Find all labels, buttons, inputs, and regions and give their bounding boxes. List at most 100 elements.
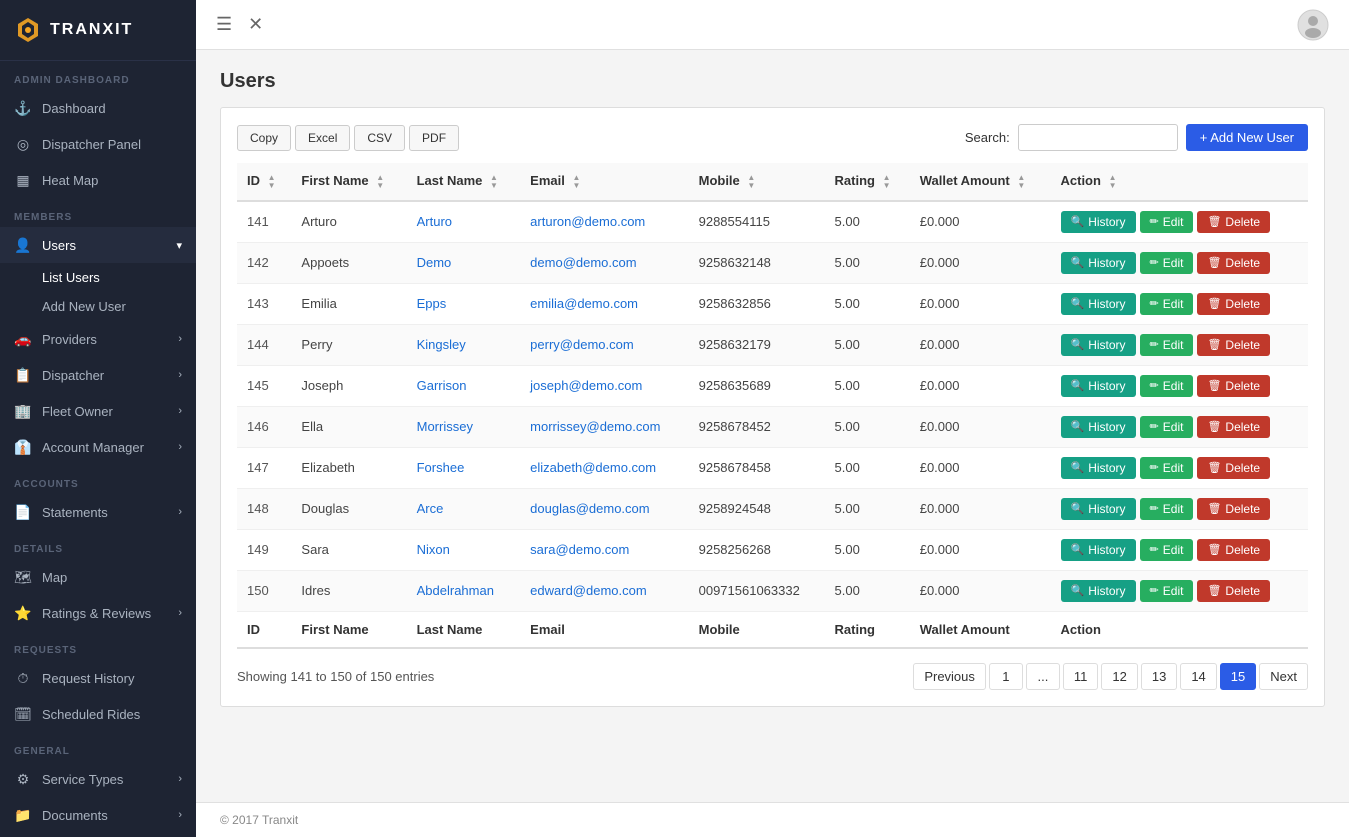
cell-id: 141 xyxy=(237,201,291,243)
edit-button[interactable]: ✏ Edit xyxy=(1140,375,1194,397)
pagination-next[interactable]: Next xyxy=(1259,663,1308,690)
cell-email: demo@demo.com xyxy=(520,242,688,283)
history-button[interactable]: 🔍 History xyxy=(1061,334,1136,356)
sidebar-item-map[interactable]: 🗺 Map xyxy=(0,559,196,595)
email-link[interactable]: edward@demo.com xyxy=(530,583,647,598)
pagination-page-1[interactable]: 1 xyxy=(989,663,1023,690)
col-action: Action ▲▼ xyxy=(1051,163,1309,201)
sidebar-item-dashboard[interactable]: ⚓ Dashboard xyxy=(0,90,196,126)
edit-button[interactable]: ✏ Edit xyxy=(1140,457,1194,479)
sidebar-item-request-history[interactable]: ⏱ Request History xyxy=(0,660,196,696)
cell-action: 🔍 History ✏ Edit 🗑 Delete xyxy=(1051,324,1309,365)
edit-button[interactable]: ✏ Edit xyxy=(1140,539,1194,561)
table-row: 146 Ella Morrissey morrissey@demo.com 92… xyxy=(237,406,1308,447)
history-button[interactable]: 🔍 History xyxy=(1061,252,1136,274)
history-button[interactable]: 🔍 History xyxy=(1061,539,1136,561)
history-button[interactable]: 🔍 History xyxy=(1061,293,1136,315)
pagination-page-11[interactable]: 11 xyxy=(1063,663,1099,690)
sidebar-item-service-types[interactable]: ⚙ Service Types › xyxy=(0,761,196,797)
edit-button[interactable]: ✏ Edit xyxy=(1140,416,1194,438)
cell-wallet: £0.000 xyxy=(910,447,1051,488)
sidebar-item-heat-map[interactable]: ▦ Heat Map xyxy=(0,162,196,198)
last-name-link[interactable]: Morrissey xyxy=(417,419,473,434)
pagination-previous[interactable]: Previous xyxy=(913,663,986,690)
history-button[interactable]: 🔍 History xyxy=(1061,211,1136,233)
edit-button[interactable]: ✏ Edit xyxy=(1140,293,1194,315)
pagination-page-14[interactable]: 14 xyxy=(1180,663,1216,690)
history-button[interactable]: 🔍 History xyxy=(1061,498,1136,520)
email-link[interactable]: morrissey@demo.com xyxy=(530,419,660,434)
edit-button[interactable]: ✏ Edit xyxy=(1140,252,1194,274)
cell-first-name: Idres xyxy=(291,570,406,611)
history-button[interactable]: 🔍 History xyxy=(1061,375,1136,397)
sidebar-item-providers[interactable]: 🚗 Providers › xyxy=(0,321,196,357)
chevron-right-icon7: › xyxy=(178,773,182,785)
delete-button[interactable]: 🗑 Delete xyxy=(1197,539,1270,561)
cell-mobile: 9258256268 xyxy=(689,529,825,570)
last-name-link[interactable]: Garrison xyxy=(417,378,467,393)
edit-button[interactable]: ✏ Edit xyxy=(1140,580,1194,602)
edit-button[interactable]: ✏ Edit xyxy=(1140,498,1194,520)
last-name-link[interactable]: Arturo xyxy=(417,214,452,229)
excel-button[interactable]: Excel xyxy=(295,125,350,151)
sidebar-item-dispatcher[interactable]: 📋 Dispatcher › xyxy=(0,357,196,393)
sidebar-subitem-add-new-user[interactable]: Add New User xyxy=(0,292,196,321)
last-name-link[interactable]: Arce xyxy=(417,501,444,516)
sidebar-item-ratings-reviews[interactable]: ⭐ Ratings & Reviews › xyxy=(0,595,196,631)
sidebar-item-users[interactable]: 👤 Users ▾ xyxy=(0,227,196,263)
delete-button[interactable]: 🗑 Delete xyxy=(1197,416,1270,438)
email-link[interactable]: joseph@demo.com xyxy=(530,378,642,393)
sidebar-item-statements[interactable]: 📄 Statements › xyxy=(0,494,196,530)
table-row: 149 Sara Nixon sara@demo.com 9258256268 … xyxy=(237,529,1308,570)
delete-button[interactable]: 🗑 Delete xyxy=(1197,457,1270,479)
delete-button[interactable]: 🗑 Delete xyxy=(1197,211,1270,233)
details-section-label: DETAILS xyxy=(0,530,196,559)
history-button[interactable]: 🔍 History xyxy=(1061,580,1136,602)
sidebar-item-dispatcher-panel[interactable]: ◎ Dispatcher Panel xyxy=(0,126,196,162)
email-link[interactable]: demo@demo.com xyxy=(530,255,636,270)
history-button[interactable]: 🔍 History xyxy=(1061,457,1136,479)
pdf-button[interactable]: PDF xyxy=(409,125,459,151)
pagination-page-12[interactable]: 12 xyxy=(1101,663,1137,690)
last-name-link[interactable]: Kingsley xyxy=(417,337,466,352)
email-link[interactable]: perry@demo.com xyxy=(530,337,634,352)
email-link[interactable]: arturon@demo.com xyxy=(530,214,645,229)
last-name-link[interactable]: Demo xyxy=(417,255,452,270)
pagination-page-13[interactable]: 13 xyxy=(1141,663,1177,690)
close-icon[interactable]: ✕ xyxy=(248,14,263,35)
sidebar-subitem-list-users[interactable]: List Users xyxy=(0,263,196,292)
email-link[interactable]: emilia@demo.com xyxy=(530,296,638,311)
delete-button[interactable]: 🗑 Delete xyxy=(1197,498,1270,520)
action-buttons: 🔍 History ✏ Edit 🗑 Delete xyxy=(1061,580,1299,602)
sidebar-item-scheduled-rides[interactable]: 🗓 Scheduled Rides xyxy=(0,696,196,732)
email-link[interactable]: elizabeth@demo.com xyxy=(530,460,656,475)
pencil-icon: ✏ xyxy=(1150,584,1159,597)
delete-button[interactable]: 🗑 Delete xyxy=(1197,252,1270,274)
email-link[interactable]: douglas@demo.com xyxy=(530,501,649,516)
trash-icon: 🗑 xyxy=(1207,584,1221,597)
cell-action: 🔍 History ✏ Edit 🗑 Delete xyxy=(1051,283,1309,324)
last-name-link[interactable]: Forshee xyxy=(417,460,465,475)
trash-icon: 🗑 xyxy=(1207,297,1221,310)
delete-button[interactable]: 🗑 Delete xyxy=(1197,580,1270,602)
edit-button[interactable]: ✏ Edit xyxy=(1140,211,1194,233)
last-name-link[interactable]: Nixon xyxy=(417,542,450,557)
hamburger-icon[interactable]: ☰ xyxy=(216,14,232,35)
search-input[interactable] xyxy=(1018,124,1178,151)
delete-button[interactable]: 🗑 Delete xyxy=(1197,334,1270,356)
sidebar-item-account-manager[interactable]: 👔 Account Manager › xyxy=(0,429,196,465)
sidebar-item-fleet-owner[interactable]: 🏢 Fleet Owner › xyxy=(0,393,196,429)
email-link[interactable]: sara@demo.com xyxy=(530,542,629,557)
delete-button[interactable]: 🗑 Delete xyxy=(1197,293,1270,315)
delete-button[interactable]: 🗑 Delete xyxy=(1197,375,1270,397)
pagination-page-15[interactable]: 15 xyxy=(1220,663,1256,690)
csv-button[interactable]: CSV xyxy=(354,125,405,151)
copy-button[interactable]: Copy xyxy=(237,125,291,151)
add-new-user-button[interactable]: + Add New User xyxy=(1186,124,1308,151)
cell-mobile: 9288554115 xyxy=(689,201,825,243)
last-name-link[interactable]: Epps xyxy=(417,296,447,311)
sidebar-item-documents[interactable]: 📁 Documents › xyxy=(0,797,196,833)
history-button[interactable]: 🔍 History xyxy=(1061,416,1136,438)
edit-button[interactable]: ✏ Edit xyxy=(1140,334,1194,356)
last-name-link[interactable]: Abdelrahman xyxy=(417,583,494,598)
